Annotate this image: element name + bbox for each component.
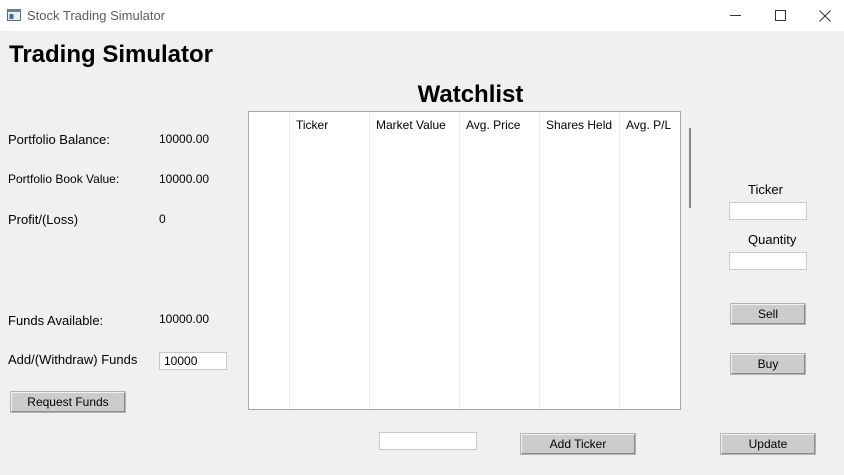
maximize-button[interactable]	[757, 0, 803, 31]
add-ticker-button[interactable]: Add Ticker	[521, 434, 635, 454]
window-titlebar: Stock Trading Simulator	[0, 0, 844, 31]
maximize-icon	[774, 10, 786, 21]
buy-button[interactable]: Buy	[731, 354, 805, 374]
sell-button[interactable]: Sell	[731, 304, 805, 324]
window-title: Stock Trading Simulator	[27, 8, 166, 23]
column-header-avg-price[interactable]: Avg. Price	[466, 118, 520, 132]
column-separator	[289, 112, 290, 409]
update-button[interactable]: Update	[721, 434, 815, 454]
column-header-market-value[interactable]: Market Value	[376, 118, 446, 132]
watchlist-scrollbar[interactable]	[689, 128, 691, 208]
ticker-input[interactable]	[729, 202, 807, 220]
app-window-icon	[7, 9, 21, 21]
minimize-button[interactable]	[712, 0, 758, 31]
watchlist-title: Watchlist	[417, 81, 524, 108]
column-separator	[459, 112, 460, 409]
portfolio-book-value-label: Portfolio Book Value:	[8, 172, 120, 186]
quantity-label: Quantity	[748, 232, 797, 247]
close-icon	[819, 9, 831, 22]
add-withdraw-funds-label: Add/(Withdraw) Funds	[8, 352, 138, 367]
column-separator	[619, 112, 620, 409]
minimize-icon	[729, 15, 741, 16]
column-header-shares-held[interactable]: Shares Held	[546, 118, 612, 132]
request-funds-button[interactable]: Request Funds	[11, 392, 125, 412]
column-header-ticker[interactable]: Ticker	[296, 118, 328, 132]
funds-available-label: Funds Available:	[8, 313, 104, 328]
close-button[interactable]	[802, 0, 844, 31]
column-header-avg-pl[interactable]: Avg. P/L	[626, 118, 671, 132]
profit-loss-label: Profit/(Loss)	[8, 212, 79, 227]
new-ticker-input[interactable]	[379, 432, 477, 450]
add-withdraw-funds-input[interactable]	[159, 352, 227, 370]
column-separator	[369, 112, 370, 409]
portfolio-book-value-value: 10000.00	[159, 172, 210, 186]
column-separator	[539, 112, 540, 409]
portfolio-balance-label: Portfolio Balance:	[8, 132, 110, 147]
ticker-label: Ticker	[748, 182, 783, 197]
quantity-input[interactable]	[729, 252, 807, 270]
funds-available-value: 10000.00	[159, 312, 210, 326]
watchlist-table[interactable]: Ticker Market Value Avg. Price Shares He…	[248, 111, 681, 410]
portfolio-balance-value: 10000.00	[159, 132, 210, 146]
page-title: Trading Simulator	[9, 41, 214, 68]
profit-loss-value: 0	[159, 212, 166, 226]
